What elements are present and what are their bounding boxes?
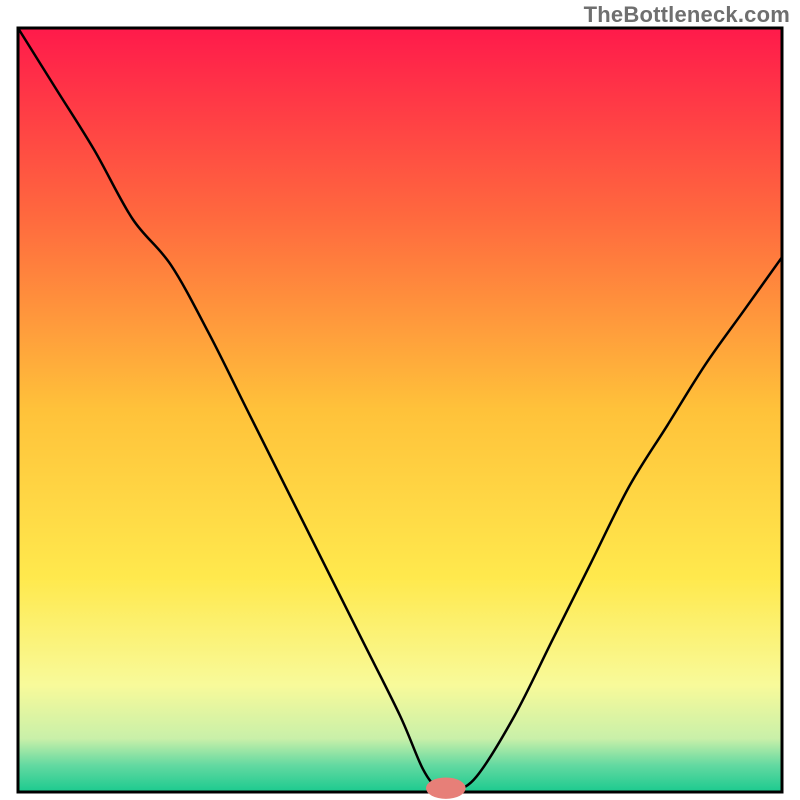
plot-background: [18, 28, 782, 792]
bottleneck-chart: [0, 0, 800, 800]
watermark-text: TheBottleneck.com: [584, 2, 790, 28]
optimal-marker: [426, 777, 466, 798]
